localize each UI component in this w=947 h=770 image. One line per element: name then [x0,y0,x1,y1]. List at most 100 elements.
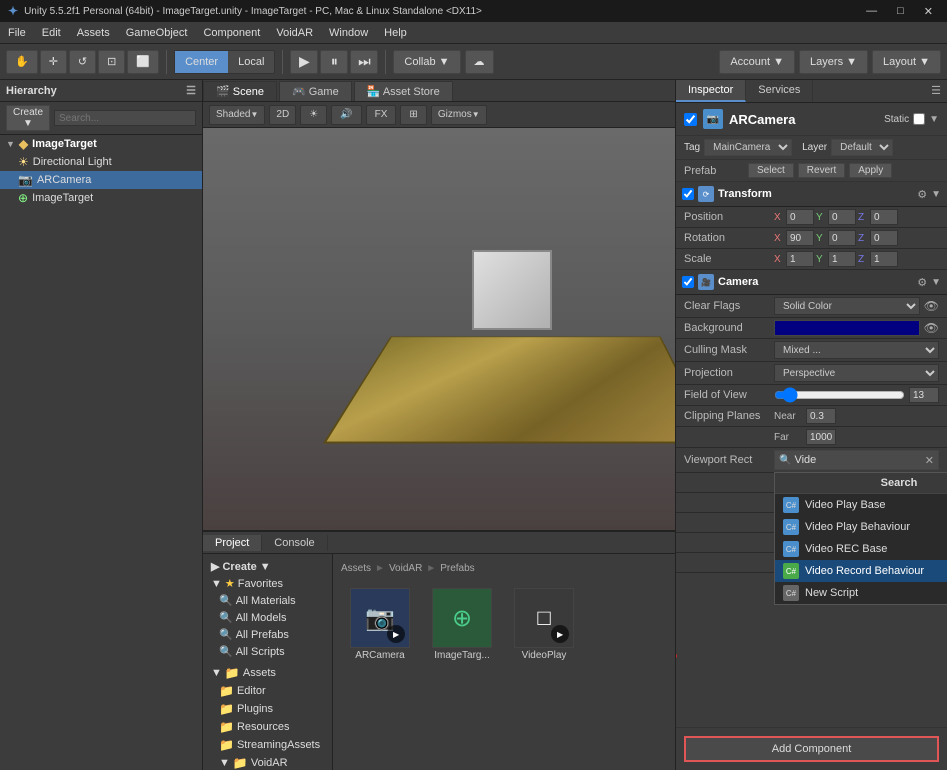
shaded-btn[interactable]: Shaded ▼ [210,106,264,124]
menu-item-window[interactable]: Window [321,25,376,41]
object-active-checkbox[interactable] [684,113,697,126]
clear-flags-eye-icon[interactable]: 👁 [924,299,939,313]
close-button[interactable]: ✕ [918,5,939,18]
fx-btn[interactable]: FX [366,105,397,125]
menu-item-assets[interactable]: Assets [69,25,118,41]
sidebar-resources[interactable]: 📁 Resources [207,718,328,736]
camera-gear-icon[interactable]: ⚙ [917,276,927,289]
layer-select[interactable]: Default [831,139,893,156]
hand-tool[interactable]: ✋ [6,50,38,74]
transform-gear-icon[interactable]: ⚙ [917,188,927,201]
fov-number[interactable]: 13 [909,387,939,403]
sidebar-plugins[interactable]: 📁 Plugins [207,700,328,718]
rect-tool[interactable]: ⬜ [127,50,159,74]
speaker-btn[interactable]: 🔊 [331,105,361,125]
hierarchy-search-input[interactable] [54,110,196,126]
hierarchy-create-btn[interactable]: Create ▼ [6,105,50,131]
pause-button[interactable]: ⏸ [320,50,348,74]
gizmos-btn[interactable]: Gizmos ▼ [432,106,486,124]
culling-select[interactable]: Mixed ... [774,341,939,359]
2d-btn[interactable]: 2D [270,106,295,124]
sidebar-all-prefabs[interactable]: 🔍 All Prefabs [207,626,328,643]
collab-button[interactable]: Collab ▼ [393,50,460,74]
revert-btn[interactable]: Revert [798,163,845,178]
sidebar-all-scripts[interactable]: 🔍 All Scripts [207,643,328,660]
search-result-videorecordbehaviour[interactable]: C# Video Record Behaviour [775,560,947,582]
background-eye-icon[interactable]: 👁 [924,321,939,335]
layers-button[interactable]: Layers ▼ [799,50,868,74]
layout-button[interactable]: Layout ▼ [872,50,941,74]
services-tab[interactable]: Services [746,80,813,102]
scene-tab-assetstore[interactable]: 🏪 Asset Store [354,81,453,101]
select-btn[interactable]: Select [748,163,794,178]
clear-flags-select[interactable]: Solid Color [774,297,920,315]
sidebar-voidar[interactable]: ▼ 📁 VoidAR [207,754,328,770]
sidebar-all-materials[interactable]: 🔍 All Materials [207,592,328,609]
inspector-options[interactable]: ☰ [925,80,947,102]
cloud-button[interactable]: ☁ [465,50,494,74]
menu-item-edit[interactable]: Edit [34,25,69,41]
sidebar-streaming[interactable]: 📁 StreamingAssets [207,736,328,754]
scale-tool[interactable]: ⊡ [98,50,125,74]
fov-slider[interactable] [774,389,905,401]
near-input[interactable]: 0.3 [806,408,836,424]
step-button[interactable]: ⏭ [350,50,378,74]
rot-z-input[interactable]: 0 [870,230,898,246]
far-input[interactable]: 1000 [806,429,836,445]
menu-item-voidar[interactable]: VoidAR [268,25,321,41]
scene-viewport[interactable]: X Y Z < Persp Camera Preview [203,128,675,530]
pos-x-input[interactable]: 0 [786,209,814,225]
hierarchy-item-arcamera[interactable]: 📷 ARCamera [0,171,202,189]
search-result-videoplaybase[interactable]: C# Video Play Base [775,494,947,516]
sidebar-editor[interactable]: 📁 Editor [207,682,328,700]
maximize-button[interactable]: □ [891,5,910,18]
static-dropdown[interactable]: ▼ [929,114,939,125]
hierarchy-item-dirlight[interactable]: ☀ Directional Light [0,153,202,171]
scale-y-input[interactable]: 1 [828,251,856,267]
asset-videoplay[interactable]: □ ▶ VideoPlay [509,588,579,661]
menu-item-gameobject[interactable]: GameObject [118,25,196,41]
menu-item-component[interactable]: Component [195,25,268,41]
play-button[interactable]: ▶ [290,50,318,74]
console-tab[interactable]: Console [262,535,327,551]
camera-header[interactable]: 🎥 Camera ⚙ ▼ [676,270,947,295]
asset-arcamera[interactable]: 📷 ▶ ARCamera [345,588,415,661]
asset-imagetarget[interactable]: ⊕ ImageTarg... [427,588,497,661]
menu-item-help[interactable]: Help [376,25,415,41]
center-btn[interactable]: Center [175,51,228,73]
scene-tab-game[interactable]: 🎮 Game [279,81,352,101]
project-tab[interactable]: Project [203,535,262,551]
apply-btn[interactable]: Apply [849,163,892,178]
component-search-input[interactable] [794,454,924,466]
hierarchy-options-icon[interactable]: ☰ [186,84,196,97]
search-result-videorecbase[interactable]: C# Video REC Base [775,538,947,560]
hierarchy-item-imagetarget[interactable]: ⊕ ImageTarget [0,189,202,207]
hierarchy-tab[interactable]: Hierarchy [6,85,57,97]
sidebar-assets[interactable]: ▼ 📁 Assets [207,664,328,682]
project-create-btn[interactable]: ▶ Create ▼ [207,558,328,575]
rot-y-input[interactable]: 0 [828,230,856,246]
sidebar-favorites[interactable]: ▼ ★ Favorites [207,575,328,592]
projection-select[interactable]: Perspective [774,364,939,382]
menu-item-file[interactable]: File [0,25,34,41]
camera-active[interactable] [682,276,694,288]
transform-header[interactable]: ⟳ Transform ⚙ ▼ [676,182,947,207]
sun-btn[interactable]: ☀ [300,105,327,125]
scene-tab-scene[interactable]: 🎬 Scene [203,81,277,101]
static-checkbox[interactable] [913,113,925,125]
background-color-swatch[interactable] [774,320,920,336]
local-btn[interactable]: Local [228,51,274,73]
search-clear-icon[interactable]: ✕ [925,454,934,467]
new-script-item[interactable]: C# New Script [775,582,947,604]
account-button[interactable]: Account ▼ [719,50,795,74]
add-component-btn[interactable]: Add Component [684,736,939,762]
minimize-button[interactable]: — [860,5,883,18]
rotate-tool[interactable]: ↺ [69,50,96,74]
pos-y-input[interactable]: 0 [828,209,856,225]
sidebar-all-models[interactable]: 🔍 All Models [207,609,328,626]
transform-active[interactable] [682,188,694,200]
pos-z-input[interactable]: 0 [870,209,898,225]
scale-z-input[interactable]: 1 [870,251,898,267]
rot-x-input[interactable]: 90 [786,230,814,246]
move-tool[interactable]: ✛ [40,50,67,74]
